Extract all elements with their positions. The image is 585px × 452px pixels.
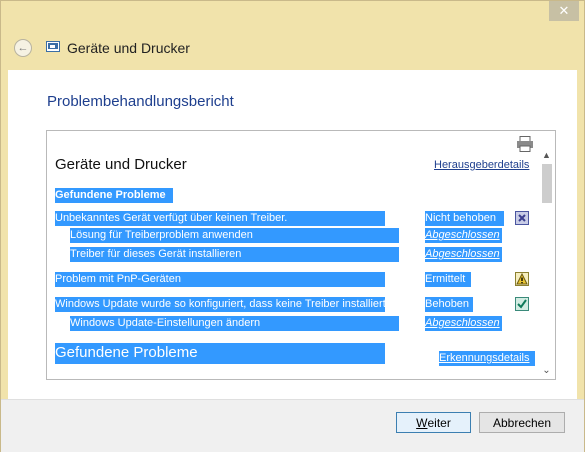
status-not-fixed: Nicht behoben <box>425 211 504 226</box>
content-area: Problembehandlungsbericht Geräte und Dru… <box>8 70 577 399</box>
page-title: Problembehandlungsbericht <box>47 93 234 110</box>
devices-printers-icon <box>46 41 60 52</box>
troubleshooter-window: ✕ ← Geräte und Drucker Problembehandlung… <box>0 0 585 452</box>
next-button[interactable]: Weiter <box>396 412 471 433</box>
status-detected: Ermittelt <box>425 272 471 287</box>
back-arrow-icon: ← <box>17 41 29 54</box>
status-fixed: Behoben <box>425 297 473 312</box>
problem-row-driver[interactable]: Unbekanntes Gerät verfügt über keinen Tr… <box>55 211 385 226</box>
status-completed-1[interactable]: Abgeschlossen <box>425 228 502 243</box>
check-icon <box>515 297 529 311</box>
error-x-icon <box>515 211 529 225</box>
publisher-details-link[interactable]: Herausgeberdetails <box>434 159 529 171</box>
cancel-button-label: Abbrechen <box>492 415 552 430</box>
fix-row-apply-driver-solution[interactable]: Lösung für Treiberproblem anwenden <box>70 228 399 243</box>
cancel-button[interactable]: Abbrechen <box>479 412 565 433</box>
scrollbar-thumb[interactable] <box>542 164 552 203</box>
problem-row-pnp[interactable]: Problem mit PnP-Geräten <box>55 272 385 287</box>
scroll-up-icon[interactable]: ▲ <box>538 150 555 161</box>
scroll-down-icon[interactable]: ⌄ <box>538 364 555 378</box>
report-panel: Geräte und Drucker Herausgeberdetails Ge… <box>46 130 556 380</box>
warning-icon <box>515 272 529 286</box>
fix-row-install-driver[interactable]: Treiber für dieses Gerät installieren <box>70 247 399 262</box>
close-icon: ✕ <box>558 3 570 18</box>
report-heading: Geräte und Drucker <box>55 156 187 173</box>
button-bar: Weiter Abbrechen <box>1 399 584 452</box>
status-completed-3[interactable]: Abgeschlossen <box>425 316 502 331</box>
report-scrollbar[interactable]: ▲ ⌄ <box>538 150 555 379</box>
status-completed-2[interactable]: Abgeschlossen <box>425 247 502 262</box>
window-title: Geräte und Drucker <box>67 40 190 56</box>
back-button[interactable]: ← <box>14 39 32 57</box>
title-row: ← Geräte und Drucker <box>1 25 584 69</box>
problem-row-windows-update[interactable]: Windows Update wurde so konfiguriert, da… <box>55 297 385 312</box>
found-problems-header: Gefundene Probleme <box>55 188 173 203</box>
fix-row-change-update-settings[interactable]: Windows Update-Einstellungen ändern <box>70 316 399 331</box>
found-problems-section2-header: Gefundene Probleme <box>55 343 385 364</box>
next-button-mnemonic: W <box>416 415 428 430</box>
close-button[interactable]: ✕ <box>549 1 579 21</box>
print-icon[interactable] <box>516 136 534 152</box>
next-button-label: eiter <box>427 415 451 430</box>
detection-details-link[interactable]: Erkennungsdetails <box>439 351 535 366</box>
